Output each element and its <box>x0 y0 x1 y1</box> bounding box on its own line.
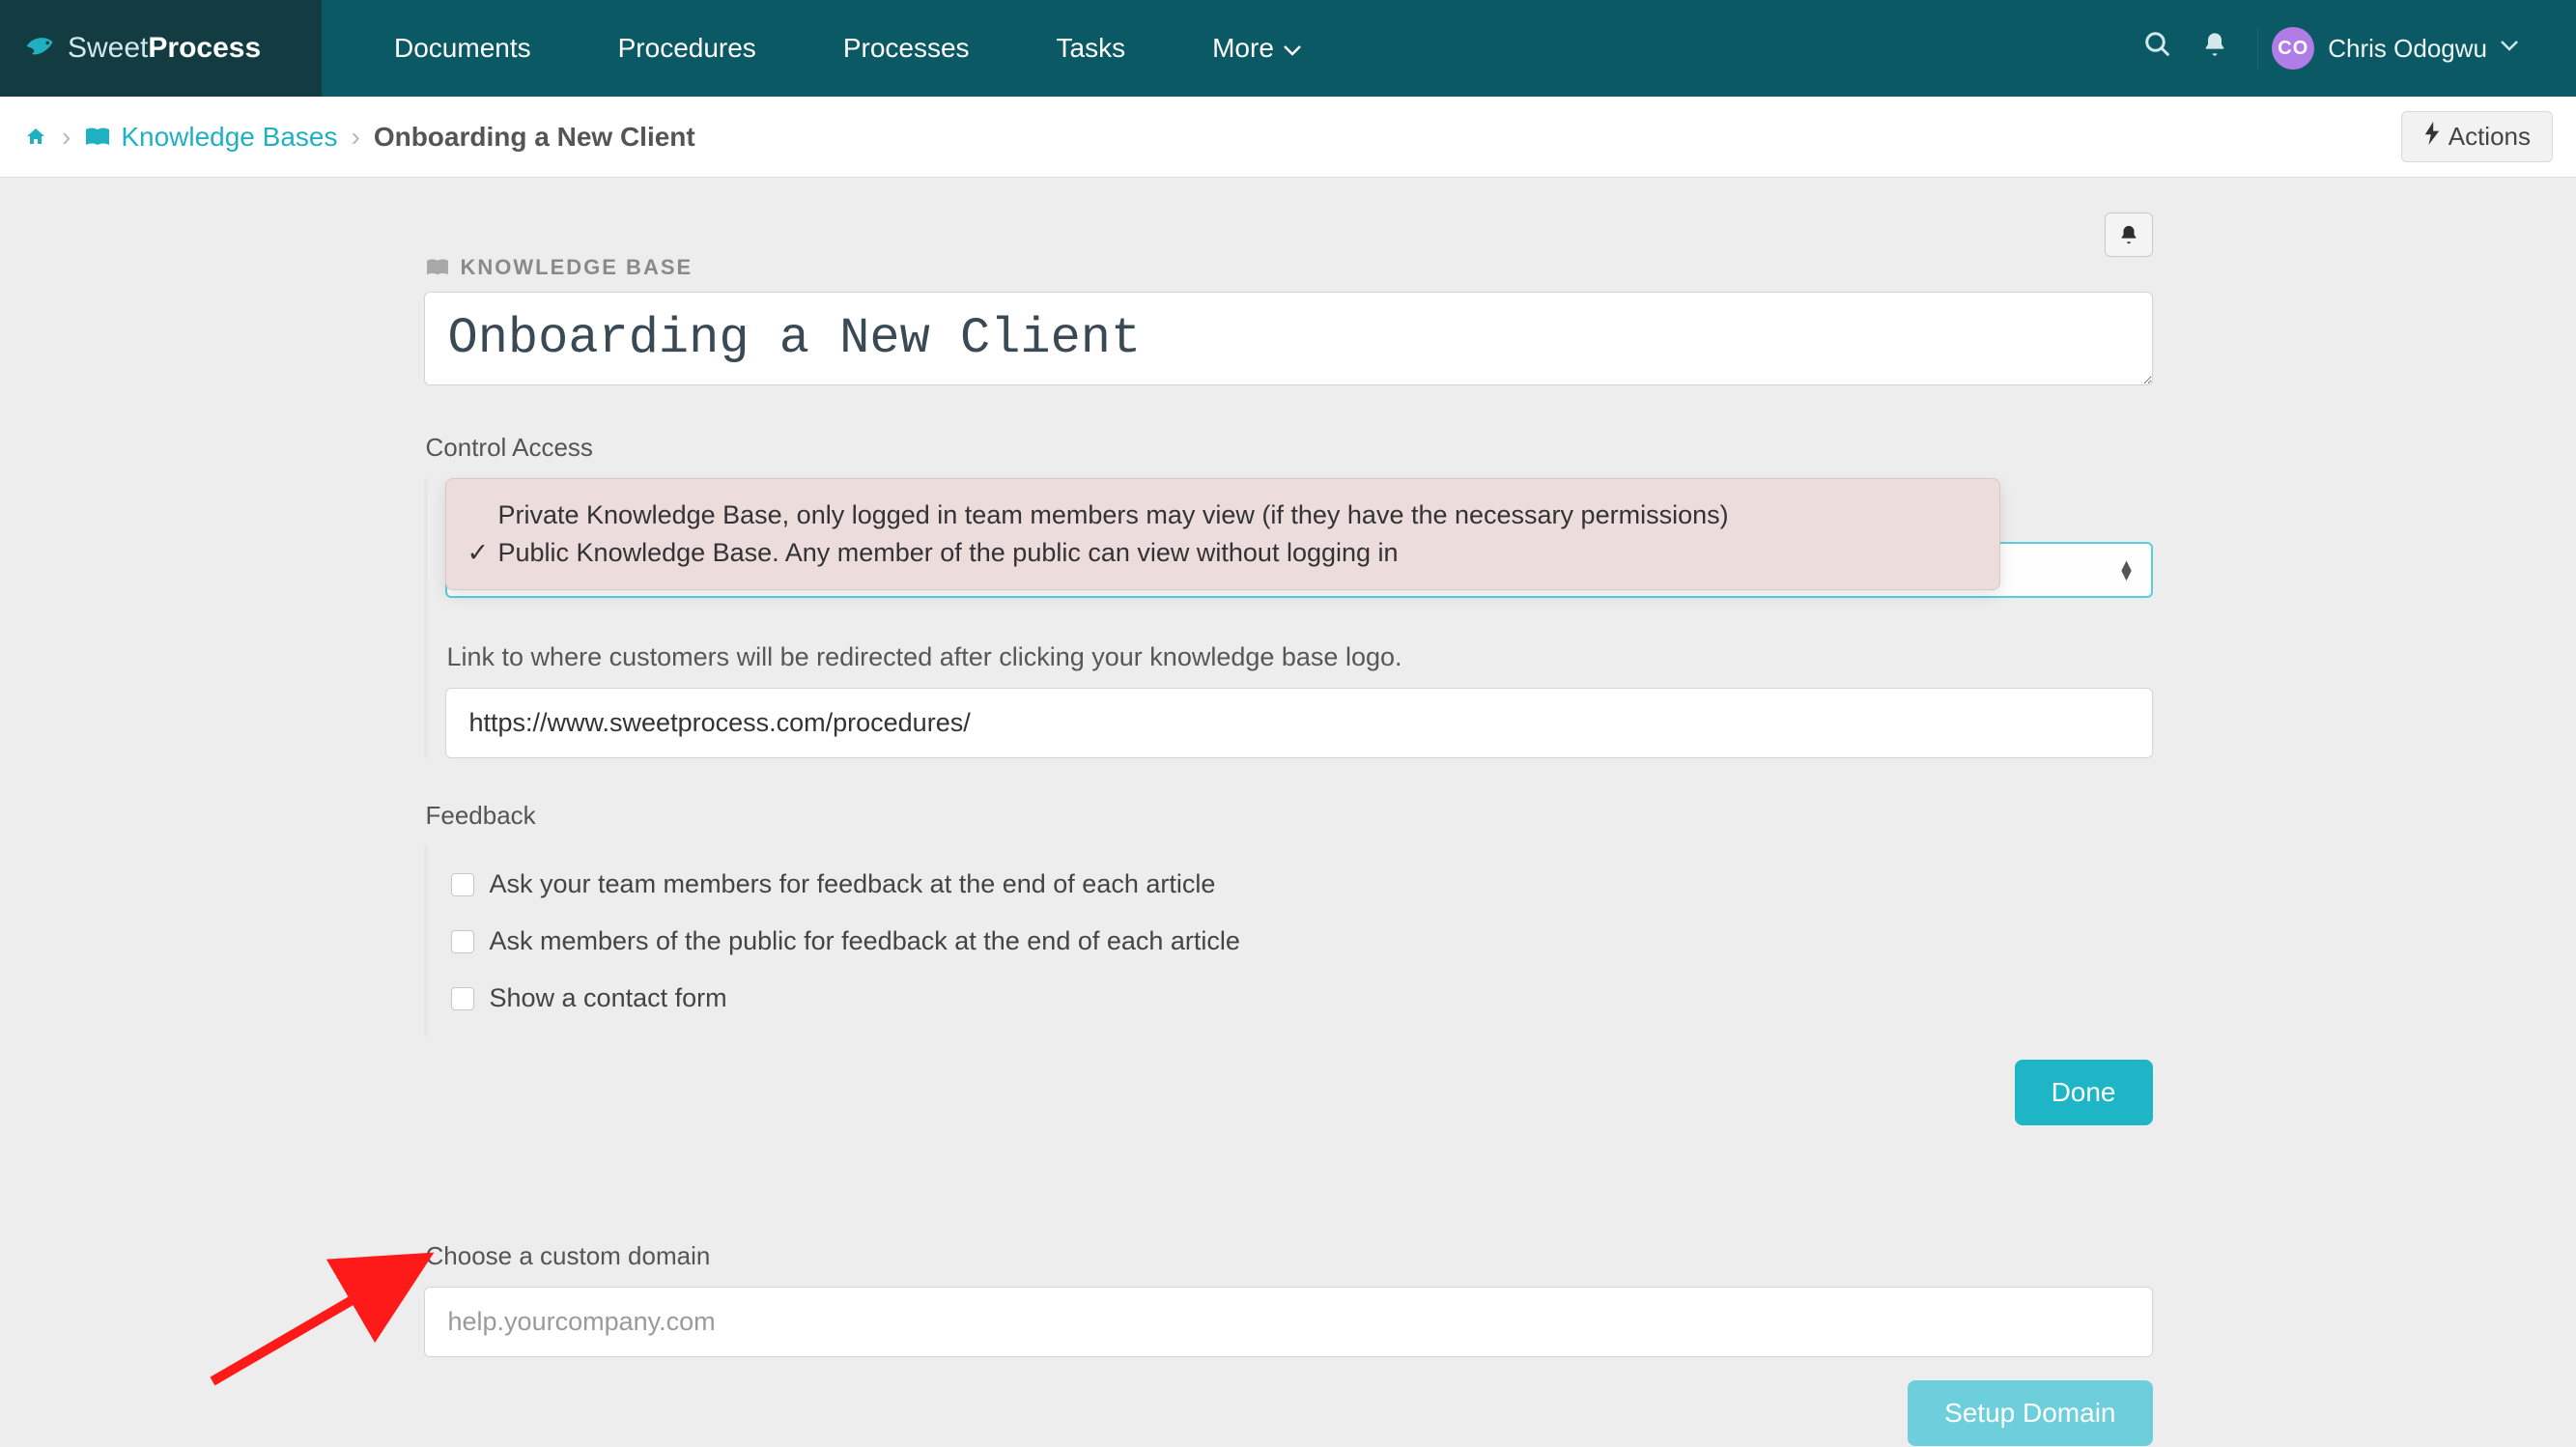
notify-toggle[interactable] <box>2105 213 2153 257</box>
fish-logo-icon <box>23 33 68 65</box>
brand-text: SweetProcess <box>68 32 261 65</box>
kb-section-label: KNOWLEDGE BASE <box>424 255 2153 280</box>
actions-button[interactable]: Actions <box>2401 111 2553 162</box>
feedback-option-contact-form[interactable]: Show a contact form <box>451 970 2153 1027</box>
user-menu[interactable]: CO Chris Odogwu <box>2257 27 2537 70</box>
nav-procedures[interactable]: Procedures <box>575 33 800 64</box>
user-name: Chris Odogwu <box>2328 34 2487 64</box>
feedback-option-public[interactable]: Ask members of the public for feedback a… <box>451 913 2153 970</box>
nav-more[interactable]: More <box>1169 33 1345 64</box>
breadcrumb-bar: › Knowledge Bases › Onboarding a New Cli… <box>0 97 2576 178</box>
feedback-block: Ask your team members for feedback at th… <box>424 846 2153 1036</box>
redirect-url-input[interactable] <box>445 688 2153 758</box>
access-option-private[interactable]: Private Knowledge Base, only logged in t… <box>467 497 1978 534</box>
done-button[interactable]: Done <box>2015 1060 2153 1125</box>
bell-icon[interactable] <box>2201 30 2228 67</box>
feedback-label: Feedback <box>426 801 2153 831</box>
nav-processes[interactable]: Processes <box>800 33 1013 64</box>
chevron-down-icon <box>1284 33 1301 64</box>
access-dropdown-menu[interactable]: Private Knowledge Base, only logged in t… <box>445 478 2000 590</box>
checkbox-icon[interactable] <box>451 930 474 953</box>
nav-right: CO Chris Odogwu <box>2143 27 2576 70</box>
setup-domain-button[interactable]: Setup Domain <box>1908 1380 2152 1446</box>
access-option-public[interactable]: ✓ Public Knowledge Base. Any member of t… <box>467 534 1978 572</box>
nav-tasks[interactable]: Tasks <box>1013 33 1170 64</box>
chevron-down-icon <box>2501 40 2518 57</box>
search-icon[interactable] <box>2143 30 2172 67</box>
kb-title-input[interactable] <box>424 292 2153 385</box>
brand-area[interactable]: SweetProcess <box>0 0 322 97</box>
nav-documents[interactable]: Documents <box>351 33 575 64</box>
select-caret-icon: ▲▼ <box>2118 560 2136 580</box>
custom-domain-input[interactable] <box>424 1287 2153 1357</box>
page-content: KNOWLEDGE BASE Control Access Private Kn… <box>424 255 2153 1446</box>
checkbox-icon[interactable] <box>451 873 474 896</box>
breadcrumb: › Knowledge Bases › Onboarding a New Cli… <box>23 122 695 153</box>
top-nav: SweetProcess Documents Procedures Proces… <box>0 0 2576 97</box>
bolt-icon <box>2423 122 2441 152</box>
annotation-arrow-icon <box>193 1236 444 1391</box>
avatar: CO <box>2272 27 2314 70</box>
control-access-label: Control Access <box>426 433 2153 463</box>
check-icon: ✓ <box>467 538 489 568</box>
feedback-option-team[interactable]: Ask your team members for feedback at th… <box>451 856 2153 913</box>
checkbox-icon[interactable] <box>451 987 474 1010</box>
breadcrumb-current: Onboarding a New Client <box>374 122 695 153</box>
home-icon[interactable] <box>23 126 48 149</box>
redirect-hint: Link to where customers will be redirect… <box>447 642 2153 672</box>
custom-domain-section: Choose a custom domain Setup Domain <box>424 1241 2153 1446</box>
nav-links: Documents Procedures Processes Tasks Mor… <box>322 33 2143 64</box>
control-access-block: Private Knowledge Base, only logged in t… <box>424 478 2153 758</box>
breadcrumb-kb-link[interactable]: Knowledge Bases <box>84 122 337 153</box>
breadcrumb-sep: › <box>62 122 71 153</box>
custom-domain-label: Choose a custom domain <box>426 1241 2153 1271</box>
breadcrumb-sep: › <box>351 122 359 153</box>
